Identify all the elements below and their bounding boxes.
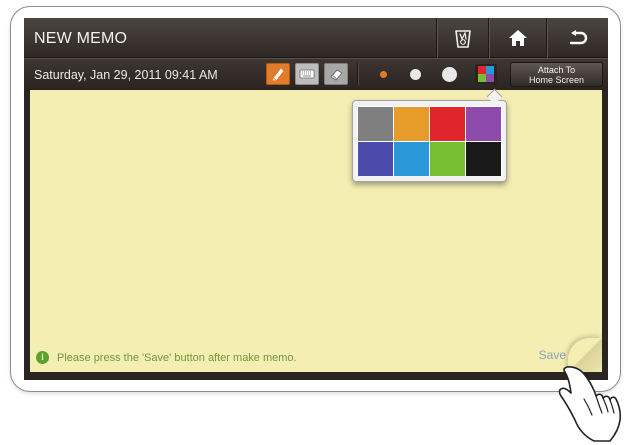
memo-datetime: Saturday, Jan 29, 2011 09:41 AM [34,68,218,82]
keyboard-tool-button[interactable] [295,63,319,85]
color-swatch-7[interactable] [430,142,465,176]
eraser-tool-button[interactable] [324,63,348,85]
delete-button[interactable] [436,18,489,58]
hint-message: i Please press the 'Save' button after m… [36,351,297,364]
title-bar: NEW MEMO [24,18,608,58]
pen-tool-button[interactable] [266,63,290,85]
color-swatch-4[interactable] [466,107,501,141]
info-icon: i [36,351,49,364]
pointing-hand-icon [558,366,622,442]
color-swatch-2[interactable] [394,107,429,141]
brush-size-small[interactable] [380,71,387,78]
app-title: NEW MEMO [34,30,128,47]
color-swatch-3[interactable] [430,107,465,141]
eraser-icon [329,68,343,81]
color-swatch-8[interactable] [466,142,501,176]
back-button[interactable] [546,18,608,58]
color-palette-popup [352,100,507,182]
color-palette-icon [478,66,494,82]
color-picker-button[interactable] [475,64,497,84]
trash-bin-icon [455,30,471,48]
color-swatch-1[interactable] [358,107,393,141]
memo-toolbar: Saturday, Jan 29, 2011 09:41 AM Attach T… [24,58,608,90]
pen-icon [272,68,284,81]
toolbar-separator [357,63,358,85]
brush-size-large[interactable] [442,67,457,82]
keyboard-icon [299,69,315,79]
attach-label-line1: Attach To [537,65,576,75]
app-screen: NEW MEMO Saturday, Jan 29, 2011 09:41 AM [24,18,608,380]
home-icon [509,30,527,46]
hint-text: Please press the 'Save' button after mak… [57,351,297,364]
memo-canvas[interactable]: i Please press the 'Save' button after m… [30,90,602,372]
back-icon [569,30,588,45]
attach-to-home-button[interactable]: Attach To Home Screen [510,62,603,87]
color-swatch-5[interactable] [358,142,393,176]
color-swatch-grid [357,106,502,176]
save-button[interactable]: Save [539,348,566,362]
attach-label-line2: Home Screen [528,75,585,85]
color-swatch-6[interactable] [394,142,429,176]
brush-size-medium[interactable] [410,69,421,80]
home-button[interactable] [488,18,547,58]
